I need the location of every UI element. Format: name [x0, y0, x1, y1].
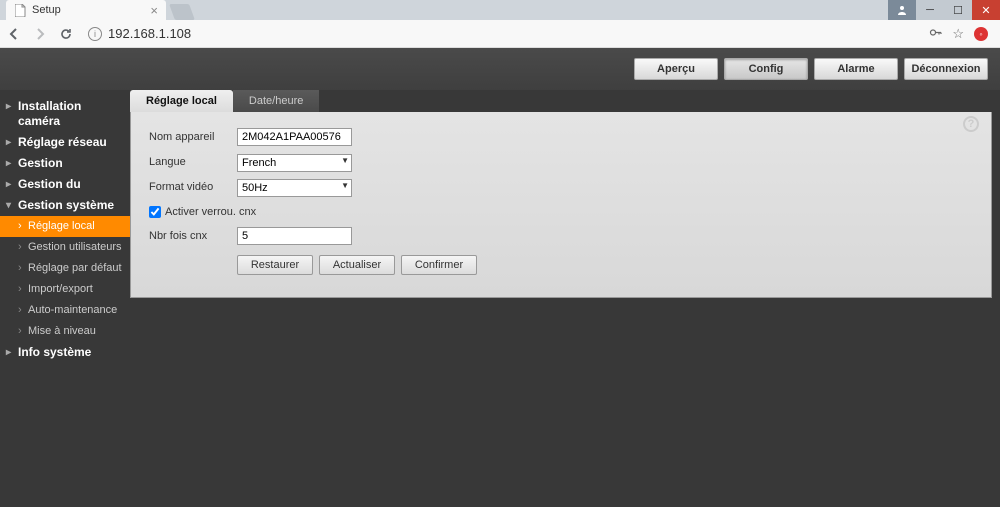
page-icon	[14, 3, 26, 17]
settings-panel: ? Nom appareil Langue French Format vidé…	[130, 112, 992, 298]
close-tab-icon[interactable]: ×	[150, 3, 158, 18]
url-text: 192.168.1.108	[108, 26, 191, 41]
user-icon[interactable]	[888, 0, 916, 20]
confirm-button[interactable]: Confirmer	[401, 255, 477, 275]
device-name-input[interactable]	[237, 128, 352, 146]
sidebar-item-network[interactable]: Réglage réseau	[0, 132, 130, 153]
window-close[interactable]: ✕	[972, 0, 1000, 20]
sidebar-item-manage[interactable]: Gestion	[0, 153, 130, 174]
content-tabs: Réglage local Date/heure	[130, 90, 992, 112]
tab-local-settings[interactable]: Réglage local	[130, 90, 233, 112]
reload-icon[interactable]	[58, 26, 74, 42]
nav-logout[interactable]: Déconnexion	[904, 58, 988, 80]
sidebar-sub-importexport[interactable]: Import/export	[0, 279, 130, 300]
nav-config[interactable]: Config	[724, 58, 808, 80]
tab-datetime[interactable]: Date/heure	[233, 90, 319, 112]
nav-preview[interactable]: Aperçu	[634, 58, 718, 80]
sidebar: Installation caméra Réglage réseau Gesti…	[0, 90, 130, 507]
window-minimize[interactable]: ─	[916, 0, 944, 20]
sidebar-sub-upgrade[interactable]: Mise à niveau	[0, 321, 130, 342]
forward-icon[interactable]	[32, 26, 48, 42]
help-icon[interactable]: ?	[963, 116, 979, 132]
language-label: Langue	[149, 156, 237, 168]
address-bar[interactable]: i 192.168.1.108	[84, 23, 919, 45]
sidebar-item-camera[interactable]: Installation caméra	[0, 96, 130, 132]
tab-title: Setup	[32, 4, 61, 16]
sidebar-sub-users[interactable]: Gestion utilisateurs	[0, 237, 130, 258]
nav-alarm[interactable]: Alarme	[814, 58, 898, 80]
sidebar-item-system[interactable]: Gestion système	[0, 195, 130, 216]
lock-count-label: Nbr fois cnx	[149, 230, 237, 242]
lock-enable-label: Activer verrou. cnx	[165, 206, 256, 218]
lock-count-input[interactable]	[237, 227, 352, 245]
sidebar-sub-automaint[interactable]: Auto-maintenance	[0, 300, 130, 321]
language-select[interactable]: French	[237, 154, 352, 172]
extension-icon[interactable]: ◦	[974, 27, 988, 41]
site-info-icon[interactable]: i	[88, 27, 102, 41]
bookmark-icon[interactable]: ☆	[952, 26, 964, 42]
lock-enable-checkbox[interactable]	[149, 206, 161, 218]
video-format-select[interactable]: 50Hz	[237, 179, 352, 197]
browser-toolbar: i 192.168.1.108 ☆ ◦	[0, 20, 1000, 48]
video-format-label: Format vidéo	[149, 181, 237, 193]
refresh-button[interactable]: Actualiser	[319, 255, 395, 275]
sidebar-item-manage2[interactable]: Gestion du	[0, 174, 130, 195]
app-header: Aperçu Config Alarme Déconnexion	[0, 48, 1000, 90]
new-tab-button[interactable]	[169, 4, 195, 20]
window-maximize[interactable]: ☐	[944, 0, 972, 20]
browser-tab[interactable]: Setup ×	[6, 0, 166, 20]
sidebar-item-info[interactable]: Info système	[0, 342, 130, 363]
sidebar-sub-local[interactable]: Réglage local	[0, 216, 130, 237]
saved-password-icon[interactable]	[929, 26, 942, 42]
device-name-label: Nom appareil	[149, 131, 237, 143]
browser-titlebar: Setup × ─ ☐ ✕	[0, 0, 1000, 20]
restore-button[interactable]: Restaurer	[237, 255, 313, 275]
sidebar-sub-default[interactable]: Réglage par défaut	[0, 258, 130, 279]
back-icon[interactable]	[6, 26, 22, 42]
